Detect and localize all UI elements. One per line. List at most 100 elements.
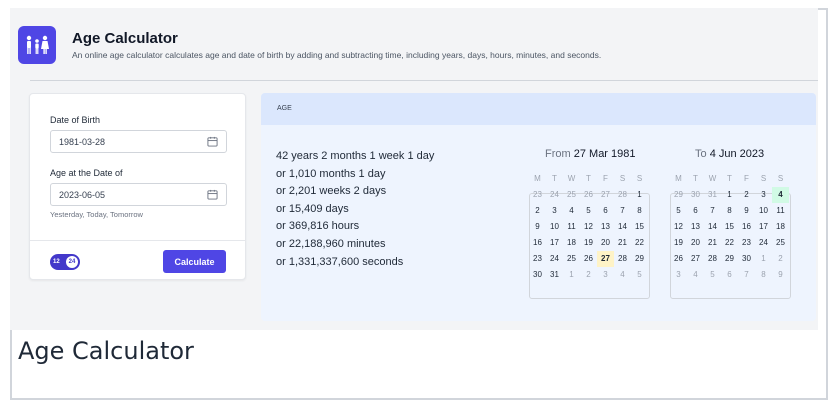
calendar-day: 8: [637, 206, 642, 215]
calendar-day: 23: [533, 254, 542, 263]
calendar-day: 5: [710, 270, 715, 279]
calendar-day: 9: [778, 270, 783, 279]
calendar-day: 30: [691, 190, 700, 199]
calendar-day: 6: [727, 270, 732, 279]
calendar-day: 17: [550, 238, 559, 247]
to-calendar: M T W T F S S 29 30 31 1 2 3 4 5 6 7 8 9 10 11 12 13 14 15 16 17 18…: [670, 171, 789, 283]
calendar-day: 19: [584, 238, 593, 247]
header-text: Age Calculator An online age calculator …: [72, 30, 601, 61]
weekday-label: W: [567, 174, 576, 183]
calendar-day: 23: [742, 238, 751, 247]
calendar-day: 2: [586, 270, 591, 279]
calendar-day: 29: [635, 254, 644, 263]
calendar-day: 26: [584, 254, 593, 263]
calendar-day: 24: [759, 238, 768, 247]
calendar-day: 1: [727, 190, 732, 199]
calendar-day: 26: [584, 190, 593, 199]
calendar-day: 1: [637, 190, 642, 199]
calendar-day: 12: [584, 222, 593, 231]
calendar-day: 4: [569, 206, 574, 215]
calendar-day: 30: [533, 270, 542, 279]
calendar-day: 17: [759, 222, 768, 231]
result-line: or 369,816 hours: [276, 220, 360, 233]
calendar-day: 30: [742, 254, 751, 263]
calendar-day-selected: 27: [597, 251, 614, 267]
calendar-day: 7: [744, 270, 749, 279]
toggle-12-label: 12: [53, 259, 60, 265]
input-form-card: Date of Birth 1981-03-28 Age at the Date…: [29, 93, 246, 280]
calculate-button[interactable]: Calculate: [163, 250, 226, 273]
result-line: or 22,188,960 minutes: [276, 237, 386, 250]
calendar-day: 28: [708, 254, 717, 263]
calendar-day: 15: [725, 222, 734, 231]
calendar-day: 16: [742, 222, 751, 231]
to-calendar-title: To 4 Jun 2023: [695, 148, 764, 160]
calendar-day: 3: [676, 270, 681, 279]
calendar-day: 25: [567, 254, 576, 263]
calendar-day: 4: [693, 270, 698, 279]
app-description: An online age calculator calculates age …: [72, 49, 602, 60]
calendar-icon[interactable]: [207, 189, 218, 200]
calendar-day: 24: [550, 254, 559, 263]
app-title: Age Calculator: [72, 29, 178, 47]
calendar-day: 1: [761, 254, 766, 263]
weekday-label: M: [534, 174, 541, 183]
header-divider: [30, 80, 818, 81]
calendar-day: 7: [710, 206, 715, 215]
to-prefix: To: [695, 148, 707, 160]
calendar-day: 22: [725, 238, 734, 247]
calendar-day: 26: [674, 254, 683, 263]
weekday-label: S: [760, 174, 767, 183]
calendar-icon[interactable]: [207, 136, 218, 147]
result-line: or 2,201 weeks 2 days: [276, 185, 387, 198]
calendar-day: 11: [567, 222, 576, 231]
time-format-toggle[interactable]: 12 24: [50, 254, 80, 270]
dob-input[interactable]: 1981-03-28: [50, 130, 227, 153]
result-line: 42 years 2 months 1 week 1 day: [276, 150, 435, 162]
weekday-label: T: [727, 174, 732, 183]
footer-title: Age Calculator: [18, 337, 194, 365]
calendar-day-selected: 4: [772, 187, 789, 203]
weekday-label: S: [619, 174, 626, 183]
calendar-day: 6: [693, 206, 698, 215]
calendar-day: 16: [533, 238, 542, 247]
result-lines: 42 years 2 months 1 week 1 day or 1,010 …: [276, 148, 434, 271]
calendar-day: 31: [708, 190, 717, 199]
calendar-day: 31: [550, 270, 559, 279]
weekday-label: S: [636, 174, 643, 183]
age-at-input[interactable]: 2023-06-05: [50, 183, 227, 206]
weekday-label: T: [586, 174, 591, 183]
age-at-value: 2023-06-05: [59, 189, 106, 200]
result-line: or 1,010 months 1 day: [276, 167, 386, 180]
calendar-day: 10: [550, 222, 559, 231]
calendar-day: 18: [776, 222, 785, 231]
calendar-day: 29: [725, 254, 734, 263]
calendar-day: 18: [567, 238, 576, 247]
calendar-day: 14: [708, 222, 717, 231]
calendar-day: 14: [618, 222, 627, 231]
calendar-day: 8: [727, 206, 732, 215]
app-header: Age Calculator An online age calculator …: [18, 26, 601, 64]
calendar-day: 29: [674, 190, 683, 199]
result-card: AGE 42 years 2 months 1 week 1 day or 1,…: [261, 93, 816, 321]
calendar-day: 19: [674, 238, 683, 247]
weekday-label: S: [777, 174, 784, 183]
calendar-day: 23: [533, 190, 542, 199]
calendar-day: 28: [618, 190, 627, 199]
calendar-day: 3: [603, 270, 608, 279]
weekday-label: F: [603, 174, 608, 183]
to-date: 4 Jun 2023: [709, 148, 765, 160]
calendar-day: 1: [569, 270, 574, 279]
calendar-day: 8: [761, 270, 766, 279]
calendar-day: 2: [535, 206, 540, 215]
result-section-label: AGE: [261, 93, 816, 125]
calendar-day: 15: [635, 222, 644, 231]
calendar-day: 2: [744, 190, 749, 199]
result-line: or 1,331,337,600 seconds: [276, 255, 404, 268]
weekday-label: F: [744, 174, 749, 183]
calendar-day: 5: [637, 270, 642, 279]
calendar-day: 10: [759, 206, 768, 215]
calendar-day: 4: [620, 270, 625, 279]
from-date: 27 Mar 1981: [573, 148, 636, 160]
calendar-day: 5: [676, 206, 681, 215]
